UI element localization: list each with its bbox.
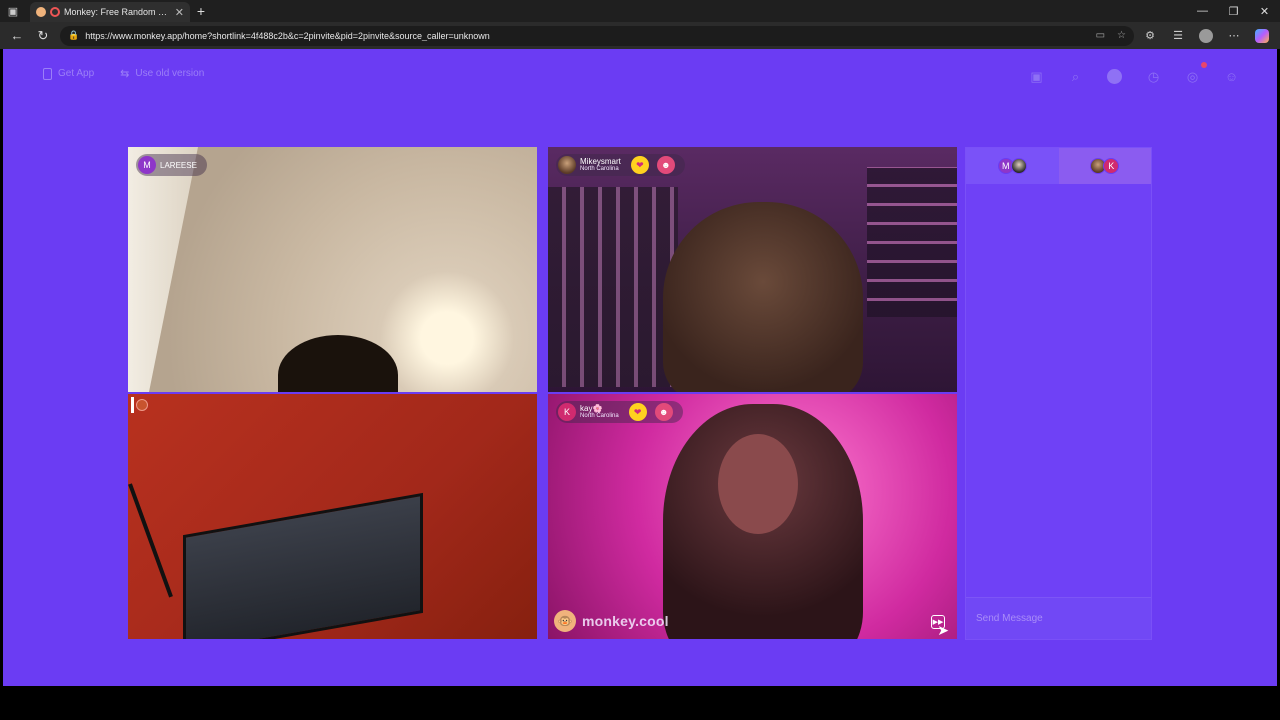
chat-tab-pair-1[interactable]: M	[966, 148, 1059, 184]
tab-close-icon[interactable]: ✕	[175, 6, 184, 19]
reader-mode-icon[interactable]: ▭	[1096, 30, 1105, 41]
friends-icon[interactable]	[1105, 67, 1124, 86]
address-bar[interactable]: 🔒 https://www.monkey.app/home?shortlink=…	[60, 25, 1134, 46]
recording-icon	[50, 7, 60, 17]
lock-icon[interactable]: 🔒	[68, 30, 79, 41]
messages-icon[interactable]: ◎	[1183, 62, 1207, 86]
use-old-version-label: Use old version	[135, 68, 205, 79]
monkey-badge-icon[interactable]: ☻	[654, 403, 673, 421]
shop-icon[interactable]: ▣	[1027, 67, 1046, 86]
close-window-button[interactable]: ✕	[1249, 5, 1280, 18]
get-app-label: Get App	[58, 68, 95, 79]
extensions-icon[interactable]: ⚙	[1138, 25, 1162, 47]
avatar: K	[1103, 158, 1120, 174]
video-tile-self[interactable]	[128, 394, 537, 639]
favorites-icon[interactable]: ☰	[1166, 25, 1190, 47]
username: kay🌸	[580, 404, 603, 413]
copilot-icon[interactable]	[1250, 25, 1274, 47]
avatar	[558, 156, 576, 174]
switch-icon: ⇆	[120, 68, 130, 80]
mouse-cursor-icon: ➤	[937, 622, 949, 638]
use-old-version-link[interactable]: ⇆ Use old version	[120, 67, 204, 80]
tab-actions-icon[interactable]: ▣	[0, 0, 26, 22]
notification-dot	[1201, 62, 1207, 68]
refresh-icon[interactable]: ↻	[32, 25, 54, 47]
avatar: M	[138, 156, 156, 174]
browser-tab[interactable]: Monkey: Free Random Video ✕	[30, 2, 190, 22]
minimize-button[interactable]: —	[1187, 5, 1218, 18]
back-arrow-icon[interactable]: ←	[6, 25, 28, 47]
username: LAREESE	[160, 160, 197, 170]
location: North Carolina	[580, 166, 619, 172]
avatar: K	[558, 403, 576, 421]
bottom-bar	[0, 686, 1280, 720]
monkey-watermark: 🐵 monkey.cool	[554, 610, 669, 632]
video-tile-mikeysmart[interactable]: Mikeysmart North Carolina ❤ ☻	[548, 147, 957, 392]
user-tag[interactable]: Mikeysmart North Carolina ❤ ☻	[556, 154, 685, 176]
chat-tabs: M K	[966, 148, 1151, 184]
monkey-favicon-icon	[36, 7, 46, 17]
video-tile-kay[interactable]: K kay🌸 North Carolina ❤ ☻ 🐵 monkey.cool …	[548, 394, 957, 639]
chat-panel: M K Send Message	[965, 147, 1152, 640]
chat-tab-pair-2[interactable]: K	[1058, 148, 1151, 184]
new-tab-button[interactable]: +	[190, 0, 212, 22]
video-grid: M LAREESE Mikeysmart North Carolina ❤ ☻	[128, 147, 958, 640]
location: North Carolina	[580, 413, 619, 419]
user-tag[interactable]: K kay🌸 North Carolina ❤ ☻	[556, 401, 683, 423]
monkey-badge-icon[interactable]: ☻	[656, 156, 675, 174]
send-message-input[interactable]: Send Message	[966, 597, 1151, 639]
browser-tab-bar: ▣ Monkey: Free Random Video ✕ + — ❐ ✕	[0, 0, 1280, 22]
maximize-button[interactable]: ❐	[1218, 5, 1249, 18]
mini-avatar	[136, 399, 148, 411]
heart-badge-icon[interactable]: ❤	[630, 156, 649, 174]
url-text: https://www.monkey.app/home?shortlink=4f…	[85, 30, 490, 41]
history-icon[interactable]: ◷	[1144, 67, 1163, 86]
search-icon[interactable]: ⌕	[1066, 67, 1085, 86]
top-nav: Get App ⇆ Use old version ▣ ⌕ ◷ ◎ ☺	[3, 62, 1277, 91]
video-tile-lareese[interactable]: M LAREESE	[128, 147, 537, 392]
heart-badge-icon[interactable]: ❤	[628, 403, 647, 421]
profile-avatar[interactable]	[1194, 25, 1218, 47]
self-indicator	[131, 397, 153, 413]
watermark-text: monkey.cool	[582, 613, 669, 629]
monkey-page: Get App ⇆ Use old version ▣ ⌕ ◷ ◎ ☺ M LA…	[3, 49, 1277, 686]
browser-toolbar: ← ↻ 🔒 https://www.monkey.app/home?shortl…	[0, 22, 1280, 49]
user-tag[interactable]: M LAREESE	[136, 154, 207, 176]
more-menu-icon[interactable]: ⋯	[1222, 25, 1246, 47]
avatar	[1010, 158, 1027, 174]
username: Mikeysmart	[580, 157, 621, 166]
window-controls: — ❐ ✕	[1187, 5, 1280, 18]
get-app-link[interactable]: Get App	[43, 67, 94, 80]
tab-title: Monkey: Free Random Video	[64, 7, 171, 17]
phone-icon	[43, 67, 52, 80]
favorite-star-icon[interactable]: ☆	[1117, 30, 1126, 41]
profile-icon[interactable]: ☺	[1222, 67, 1241, 86]
monkey-logo-icon: 🐵	[554, 610, 576, 632]
